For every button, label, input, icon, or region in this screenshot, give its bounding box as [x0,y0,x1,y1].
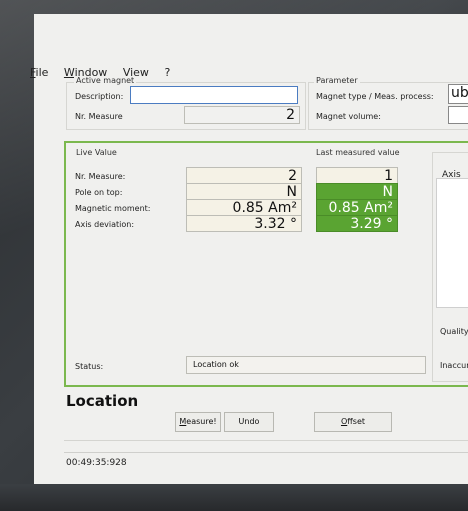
menu-file[interactable]: File [30,66,48,79]
magnet-type-field[interactable]: ube [448,84,468,104]
magnet-volume-label: Magnet volume: [316,112,381,121]
measure-button[interactable]: Measure! [175,412,221,432]
active-magnet-title: Active magnet [74,76,137,85]
inaccuracy-label: Inaccur [440,361,468,370]
live-row-label: Nr. Measure: [75,172,126,181]
status-label: Status: [75,362,104,371]
nr-measure-label: Nr. Measure [75,112,123,121]
magnet-type-label: Magnet type / Meas. process: [316,92,434,101]
status-bar: 00:49:35:928 [64,452,468,473]
quality-label: Quality [440,327,468,336]
live-moment-value: 0.85 Am² [186,199,302,216]
description-input[interactable] [130,86,298,104]
monitor-bottom-frame [0,484,468,511]
last-axis-deviation-value: 3.29 ° [316,215,398,232]
live-pole-value: N [186,183,302,200]
location-title: Location [66,392,139,410]
description-label: Description: [75,92,124,101]
parameter-group [308,82,468,130]
last-nr-measure-value: 1 [316,167,398,184]
nr-measure-value: 2 [184,106,300,124]
magnet-volume-input[interactable] [448,106,468,124]
menu-help[interactable]: ? [164,66,170,79]
last-pole-value: N [316,183,398,200]
last-measured-title: Last measured value [314,148,402,157]
parameter-title: Parameter [314,76,360,85]
last-moment-value: 0.85 Am² [316,199,398,216]
live-row-label: Pole on top: [75,188,123,197]
status-value: Location ok [186,356,426,374]
live-value-title: Live Value [74,148,119,157]
offset-button[interactable]: Offset [314,412,392,432]
live-axis-deviation-value: 3.32 ° [186,215,302,232]
timestamp: 00:49:35:928 [66,458,127,468]
divider [64,440,468,441]
undo-button[interactable]: Undo [224,412,274,432]
axis-plot-area [436,178,468,308]
axis-label: Axis [442,170,461,180]
live-nr-measure-value: 2 [186,167,302,184]
live-row-label: Magnetic moment: [75,204,151,213]
live-row-label: Axis deviation: [75,220,135,229]
